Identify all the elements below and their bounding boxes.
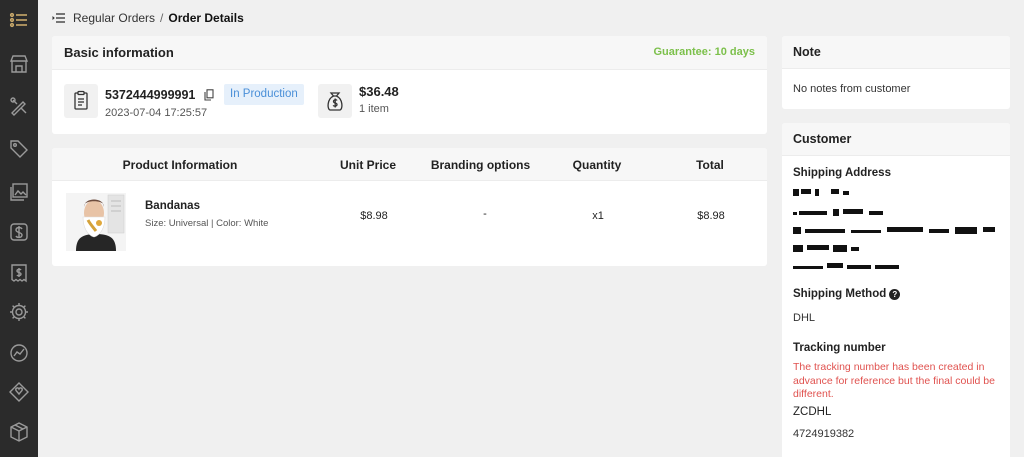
unit-price-cell: $8.98 [360, 210, 388, 222]
design-tools-icon[interactable] [8, 95, 30, 117]
column-branding-options: Branding options [430, 158, 531, 172]
redacted-address-line [793, 209, 893, 216]
tracking-warning: The tracking number has been created in … [793, 361, 995, 400]
redacted-address-line [793, 245, 863, 252]
column-quantity: Quantity [572, 158, 622, 172]
redacted-address-line [793, 263, 903, 270]
product-name[interactable]: Bandanas [145, 200, 200, 212]
clipboard-icon [64, 84, 98, 118]
store-icon[interactable] [8, 53, 30, 75]
product-table: Product Information Unit Price Branding … [52, 148, 767, 266]
basic-information-title: Basic information [64, 45, 174, 60]
shipping-address-label: Shipping Address [793, 167, 891, 179]
redacted-address-line [793, 189, 853, 196]
order-number: 5372444999991 [105, 88, 196, 102]
table-header: Product Information Unit Price Branding … [52, 148, 767, 181]
status-badge: In Production [224, 84, 304, 105]
guarantee-label: Guarantee: 10 days [653, 46, 756, 58]
customer-title: Customer [793, 132, 852, 146]
images-icon[interactable] [8, 181, 30, 203]
branding-icon[interactable] [8, 381, 30, 403]
order-amount: $36.48 [359, 84, 399, 99]
analytics-icon[interactable] [8, 342, 30, 364]
column-product-information: Product Information [122, 158, 238, 172]
breadcrumb-regular-orders[interactable]: Regular Orders [73, 11, 155, 25]
breadcrumb: Regular Orders / Order Details [52, 10, 244, 26]
invoice-icon[interactable] [8, 262, 30, 284]
total-cell: $8.98 [697, 210, 725, 222]
breadcrumb-separator: / [160, 11, 164, 25]
basic-information-card: Basic information Guarantee: 10 days 537… [52, 36, 767, 134]
column-total: Total [696, 158, 724, 172]
customer-card: Customer Shipping Address Shipping Metho… [782, 123, 1010, 457]
copy-icon[interactable] [204, 89, 214, 101]
shipping-method-value: DHL [793, 312, 816, 324]
basic-information-header: Basic information Guarantee: 10 days [52, 36, 767, 70]
column-unit-price: Unit Price [339, 158, 396, 172]
shipping-method-label: Shipping Method? [793, 288, 901, 300]
product-image[interactable] [66, 193, 126, 251]
sidebar [0, 0, 38, 457]
tracking-number[interactable]: 4724919382 [793, 428, 854, 440]
redacted-address-line [793, 227, 998, 234]
order-date: 2023-07-04 17:25:57 [105, 107, 208, 119]
note-header: Note [782, 36, 1010, 69]
money-bag-icon [318, 84, 352, 118]
breadcrumb-current: Order Details [168, 11, 244, 25]
note-card: Note No notes from customer [782, 36, 1010, 109]
quantity-cell: x1 [592, 210, 604, 222]
branding-cell: - [483, 208, 487, 220]
product-variant: Size: Universal | Color: White [145, 218, 269, 229]
menu-collapse-icon[interactable] [52, 12, 66, 24]
tracking-number-label: Tracking number [793, 342, 886, 354]
list-icon[interactable] [8, 9, 30, 31]
dollar-sign-icon[interactable] [8, 221, 30, 243]
settings-gear-icon[interactable] [8, 301, 30, 323]
note-title: Note [793, 45, 821, 59]
help-icon[interactable]: ? [889, 289, 901, 300]
note-text: No notes from customer [793, 83, 911, 95]
carrier-code: ZCDHL [793, 406, 832, 418]
item-count: 1 item [359, 103, 389, 115]
package-icon[interactable] [8, 421, 30, 443]
customer-header: Customer [782, 123, 1010, 156]
tag-icon[interactable] [8, 137, 30, 159]
